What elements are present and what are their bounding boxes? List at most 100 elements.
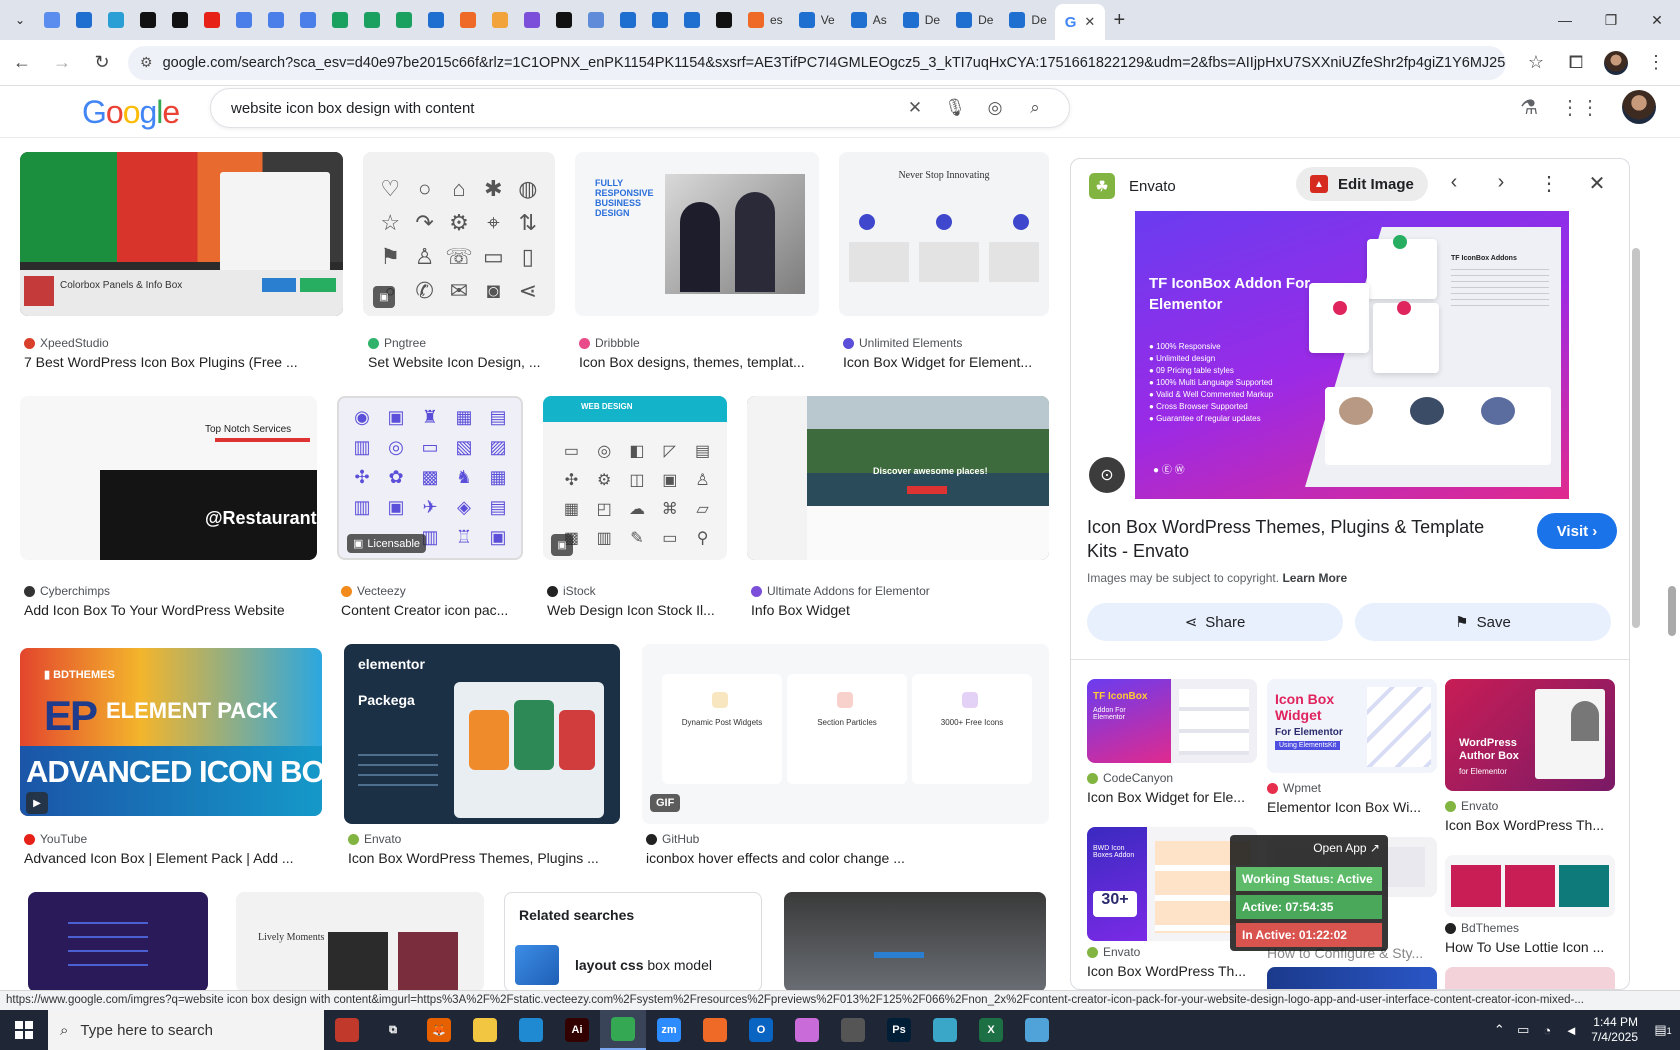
result-source[interactable]: Dribbble [579,336,640,350]
browser-tab[interactable] [612,0,644,40]
result-thumbnail[interactable]: elementor Packega [344,644,620,824]
browser-tab[interactable] [708,0,740,40]
result-thumbnail[interactable] [784,892,1046,990]
result-thumbnail[interactable]: Dynamic Post Widgets Section Particles 3… [642,644,1049,824]
related-source[interactable]: Envato [1087,945,1140,959]
browser-tab[interactable] [68,0,100,40]
app-outlook-icon[interactable]: O [738,1010,784,1050]
browser-tab[interactable] [356,0,388,40]
browser-menu-button[interactable]: ⋮ [1638,45,1674,81]
browser-tab[interactable] [644,0,676,40]
result-title[interactable]: iconbox hover effects and color change .… [646,850,1046,866]
app-paint-icon[interactable] [784,1010,830,1050]
result-thumbnail[interactable]: ▮ BDTHEMES EP ELEMENT PACK ADVANCED ICON… [20,648,322,816]
browser-tab[interactable] [548,0,580,40]
related-image[interactable] [1267,967,1437,989]
related-image[interactable] [1445,855,1615,917]
result-source[interactable]: Envato [348,832,401,846]
app-zoom-icon[interactable]: zm [646,1010,692,1050]
back-button[interactable]: ← [4,45,40,81]
related-image[interactable]: TF IconBox Addon For Elementor [1087,679,1257,763]
network-icon[interactable]: ▭ [1511,1022,1535,1038]
browser-tab[interactable] [516,0,548,40]
related-source[interactable]: BdThemes [1445,921,1519,935]
preview-title[interactable]: Icon Box WordPress Themes, Plugins & Tem… [1087,515,1517,563]
result-title[interactable]: Icon Box Widget for Element... [843,354,1049,370]
forward-button[interactable]: → [44,45,80,81]
google-lens-button[interactable]: ⊙ [1089,457,1125,493]
browser-tab[interactable] [580,0,612,40]
browser-tab[interactable] [132,0,164,40]
result-source[interactable]: YouTube [24,832,87,846]
result-thumbnail[interactable]: Colorbox Panels & Info Box [20,152,343,316]
panel-more-button[interactable]: ⋮ [1535,171,1563,196]
close-tab-icon[interactable]: ✕ [1084,14,1095,30]
previous-image-button[interactable]: ‹ [1440,171,1468,194]
result-thumbnail[interactable]: Top Notch Services @Restaurant [20,396,317,560]
app-explorer-icon[interactable] [462,1010,508,1050]
related-source[interactable]: CodeCanyon [1087,771,1173,785]
result-thumbnail[interactable]: Discover awesome places! [747,396,1049,560]
result-title[interactable]: Add Icon Box To Your WordPress Website [24,602,320,618]
browser-tab[interactable] [36,0,68,40]
browser-tab[interactable] [324,0,356,40]
result-source[interactable]: XpeedStudio [24,336,109,350]
result-source[interactable]: Vecteezy [341,584,406,598]
result-source[interactable]: Unlimited Elements [843,336,962,350]
result-source[interactable]: Ultimate Addons for Elementor [751,584,930,598]
browser-tab[interactable] [228,0,260,40]
active-tab[interactable]: G ✕ [1054,4,1106,40]
browser-tab[interactable]: es [740,0,791,40]
reload-button[interactable]: ↻ [84,45,120,81]
apps-grid-icon[interactable]: ⋮⋮ [1560,95,1600,120]
start-button[interactable] [0,1010,48,1050]
related-title[interactable]: Icon Box WordPress Th... [1445,817,1617,833]
result-thumbnail[interactable]: Never Stop Innovating [839,152,1049,316]
bookmark-star-button[interactable]: ☆ [1518,45,1554,81]
browser-tab[interactable] [292,0,324,40]
browser-tab[interactable]: De [895,0,948,40]
panel-source[interactable]: ☘ Envato [1089,173,1176,199]
result-source[interactable]: iStock [547,584,596,598]
result-thumbnail[interactable]: FULLY RESPONSIVE BUSINESS DESIGN [575,152,819,316]
next-image-button[interactable]: › [1487,171,1515,194]
visit-button[interactable]: Visit › [1537,513,1617,549]
labs-flask-icon[interactable]: ⚗ [1520,95,1538,120]
result-thumbnail[interactable] [28,892,208,990]
notification-icon[interactable]: ▤1 [1646,1022,1680,1038]
wifi-icon[interactable]: ◔ [1535,1023,1559,1038]
browser-tab[interactable] [452,0,484,40]
edit-image-button[interactable]: ▲ Edit Image [1296,167,1428,201]
related-title[interactable]: How To Use Lottie Icon ... [1445,939,1617,955]
app-firefox-icon[interactable]: 🦊 [416,1010,462,1050]
browser-tab[interactable]: De [948,0,1001,40]
related-title[interactable]: Icon Box WordPress Th... [1087,963,1259,979]
learn-more-link[interactable]: Learn More [1282,571,1347,585]
google-logo[interactable]: Google [82,94,180,131]
app-notepad-icon[interactable] [1014,1010,1060,1050]
voice-search-icon[interactable]: 🎙 [935,98,975,118]
result-title[interactable]: Content Creator icon pac... [341,602,523,618]
related-source[interactable]: Wpmet [1267,781,1321,795]
browser-tab[interactable] [100,0,132,40]
result-source[interactable]: Cyberchimps [24,584,110,598]
result-title[interactable]: Web Design Icon Stock Il... [547,602,729,618]
search-icon[interactable]: ⌕ [1015,98,1055,118]
related-title[interactable]: Icon Box Widget for Ele... [1087,789,1259,805]
preview-image[interactable]: TF IconBox Addon For Elementor ● 100% Re… [1135,211,1569,499]
result-thumbnail[interactable]: WEB DESIGN ▭◎◧◸▤ ✣⚙◫▣♙ ▦◰☁⌘▱ ▩▥✎▭⚲ ▣ [543,396,727,560]
app-hive-icon[interactable] [692,1010,738,1050]
clear-search-icon[interactable]: ✕ [895,98,935,118]
site-info-icon[interactable]: ⚙ [140,54,153,71]
result-title[interactable]: 7 Best WordPress Icon Box Plugins (Free … [24,354,324,370]
close-window-button[interactable]: ✕ [1634,0,1680,40]
browser-tab[interactable] [420,0,452,40]
browser-tab[interactable]: De [1001,0,1054,40]
account-avatar[interactable] [1622,90,1656,124]
close-panel-button[interactable]: ✕ [1583,171,1611,196]
browser-tab[interactable] [676,0,708,40]
save-button[interactable]: ⚑ Save [1355,603,1611,641]
panel-scrollbar[interactable] [1632,248,1640,628]
browser-tab[interactable]: As [843,0,895,40]
maximize-button[interactable]: ❐ [1588,0,1634,40]
